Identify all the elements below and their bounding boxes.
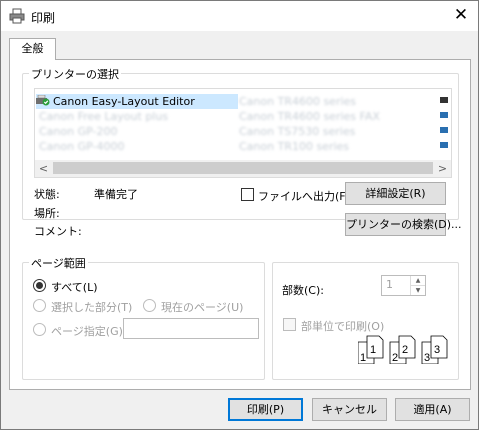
preferences-button[interactable]: 詳細設定(R) [345,182,446,205]
collate-page-number: 2 [392,352,398,364]
radio-current-page[interactable] [143,299,156,312]
copies-spinner[interactable]: 1 ▲ ▼ [381,275,426,296]
copies-group: 部数(C): 1 ▲ ▼ 部単位で印刷(O) 1 1 2 2 3 3 [272,262,459,380]
printer-item[interactable]: Canon GP-4000 [39,139,124,154]
close-button[interactable]: ✕ [444,1,478,31]
page-range-group: ページ範囲 すべて(L) 選択した部分(T) 現在のページ(U) ページ指定(G… [22,255,265,380]
close-icon: ✕ [453,5,469,25]
current-page-label: 現在のページ(U) [161,301,244,314]
apply-button[interactable]: 適用(A) [395,398,470,421]
printer-item[interactable]: Canon Free Layout plus [39,109,168,124]
collate-page-number: 1 [360,352,366,364]
spinner-buttons: ▲ ▼ [410,276,425,295]
printer-select-label: プリンターの選択 [29,66,121,82]
printer-item[interactable]: Canon Easy-Layout Editor [36,94,238,109]
copies-value: 1 [386,278,393,291]
collate-pages-icon: 1 1 2 2 3 3 [358,335,448,364]
location-label: 場所: [34,207,60,220]
collate-page-number: 3 [434,344,440,356]
tab-general[interactable]: 全般 [9,38,56,60]
printer-icon [440,97,448,148]
radio-selection[interactable] [33,299,46,312]
print-dialog: 印刷 ✕ 全般 プリンターの選択 Canon Easy-Layout Edito… [0,0,479,430]
print-button[interactable]: 印刷(P) [228,398,303,421]
printer-item[interactable]: Canon TR100 series [239,139,349,154]
status-value: 準備完了 [94,188,138,201]
printer-name: Canon Easy-Layout Editor [53,95,195,108]
collate-page-number: 1 [370,344,376,356]
collate-label: 部単位で印刷(O) [301,320,385,333]
print-to-file-checkbox[interactable] [241,188,254,201]
cancel-button[interactable]: キャンセル [312,398,387,421]
scroll-right-arrow[interactable]: > [434,160,451,177]
scroll-left-arrow[interactable]: < [35,160,52,177]
printer-list[interactable]: Canon Easy-Layout Editor Canon Free Layo… [34,88,452,178]
general-tab-panel: プリンターの選択 Canon Easy-Layout Editor Canon … [9,59,471,390]
title-bar: 印刷 ✕ [1,1,478,31]
page-range-label: ページ範囲 [29,255,88,271]
pages-input[interactable] [123,318,259,339]
find-printer-button[interactable]: プリンターの検索(D)... [345,213,462,236]
all-label: すべて(L) [51,281,98,294]
printer-item[interactable]: Canon TR4600 series [239,94,356,109]
scroll-thumb[interactable] [53,162,433,174]
status-label: 状態: [34,188,60,201]
printer-icon [9,8,25,24]
selection-label: 選択した部分(T) [51,301,133,314]
spin-up-icon[interactable]: ▲ [411,276,425,286]
radio-pages[interactable] [33,323,46,336]
printer-item[interactable]: Canon TR4600 series FAX [239,109,380,124]
default-printer-icon [36,95,50,106]
collate-page-number: 3 [424,352,430,364]
pages-label: ページ指定(G): [51,325,127,338]
spin-down-icon[interactable]: ▼ [411,286,425,296]
radio-all[interactable] [33,279,46,292]
comment-label: コメント: [34,225,82,238]
horizontal-scrollbar[interactable]: < > [35,160,451,177]
collate-page-number: 2 [402,344,408,356]
window-title: 印刷 [31,11,56,25]
print-to-file-label: ファイルへ出力(F) [258,190,350,203]
printer-select-group: プリンターの選択 Canon Easy-Layout Editor Canon … [22,66,462,238]
printer-item[interactable]: Canon TS7530 series [239,124,355,139]
printer-item[interactable]: Canon GP-200 [39,124,117,139]
collate-checkbox[interactable] [283,318,296,331]
copies-label: 部数(C): [282,284,324,297]
